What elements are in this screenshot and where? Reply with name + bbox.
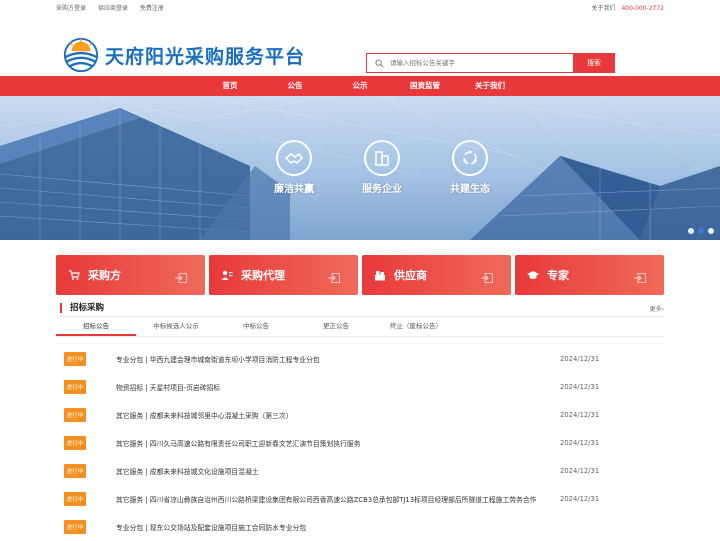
nav-state-assets[interactable]: 国资监管	[393, 76, 458, 96]
carousel-dot-2[interactable]	[698, 228, 704, 234]
main-nav: 首页 公告 公示 国资监管 关于我们	[0, 76, 720, 96]
status-badge: 进行中	[64, 492, 86, 506]
enter-arrow-icon	[481, 273, 493, 283]
status-badge: 进行中	[64, 352, 86, 366]
card-label: 采购方	[88, 269, 121, 282]
agent-icon	[221, 270, 233, 280]
top-bar: 采购方登录 供应商登录 免费注册 关于我们 400-000-2772	[0, 0, 720, 14]
list-item[interactable]: 进行中 其它服务 | 四川久马高速公路有限责任公司职工迎新春文艺汇演节目策划执行…	[56, 429, 664, 457]
status-badge: 进行中	[64, 464, 86, 478]
feature-integrity: 廉洁共赢	[250, 140, 338, 195]
site-logo[interactable]: 天府阳光采购服务平台	[62, 36, 305, 74]
tab-candidate-publicity[interactable]: 中标候选人公示	[136, 317, 216, 336]
feature-label: 廉洁共赢	[274, 184, 314, 195]
site-title: 天府阳光采购服务平台	[105, 45, 306, 68]
cycle-icon	[452, 140, 488, 176]
item-title[interactable]: 专业分包 | 华西九建会理市城南街道东坝小学项目消防工程专业分包	[116, 354, 320, 364]
card-expert[interactable]: 专家	[515, 255, 664, 295]
about-link[interactable]: 关于我们	[592, 5, 616, 12]
tender-panel: 招标采购 更多› 招标公告 中标候选人公示 中标公告 更正公告 终止（废标公告）…	[56, 300, 664, 540]
sun-logo-icon	[63, 37, 99, 73]
status-badge: 进行中	[64, 408, 86, 422]
panel-tabs: 招标公告 中标候选人公示 中标公告 更正公告 终止（废标公告）	[56, 317, 664, 337]
card-label: 供应商	[394, 269, 427, 282]
hero-banner[interactable]: 廉洁共赢 服务企业 共建生态	[0, 96, 720, 240]
search-icon	[375, 58, 384, 67]
tab-award-notice[interactable]: 中标公告	[216, 317, 296, 336]
list-item[interactable]: 进行中 专业分包 | 华西九建会理市城南街道东坝小学项目消防工程专业分包 202…	[56, 345, 664, 373]
card-label: 采购代理	[241, 269, 285, 282]
status-badge: 进行中	[64, 520, 86, 534]
cart-icon	[69, 270, 80, 280]
item-date: 2024/12/31	[560, 383, 600, 391]
list-item[interactable]: 进行中 其它服务 | 成都未来科技城文化设施项目混凝土 2024/12/31	[56, 457, 664, 485]
nav-publicity[interactable]: 公示	[328, 76, 393, 96]
feature-service: 服务企业	[338, 140, 426, 195]
card-buyer[interactable]: 采购方	[56, 255, 205, 295]
top-links: 采购方登录 供应商登录 免费注册	[56, 3, 174, 12]
enter-arrow-icon	[328, 273, 340, 283]
carousel-dot-1[interactable]	[688, 228, 694, 234]
item-date: 2024/12/31	[560, 495, 600, 503]
list-item[interactable]: 进行中 其它服务 | 成都未来科技城邻里中心混凝土采购（第三次） 2024/12…	[56, 401, 664, 429]
supplier-login-link[interactable]: 供应商登录	[98, 5, 128, 12]
buyer-login-link[interactable]: 采购方登录	[56, 5, 86, 12]
nav-about[interactable]: 关于我们	[458, 76, 523, 96]
panel-header: 招标采购 更多›	[56, 300, 664, 317]
hotline-phone: 400-000-2772	[621, 4, 664, 12]
status-badge: 进行中	[64, 380, 86, 394]
item-title[interactable]: 物资招标 | 天星村项目-页岩砖招标	[116, 382, 220, 392]
more-link[interactable]: 更多›	[650, 304, 664, 313]
feature-ecosystem: 共建生态	[426, 140, 514, 195]
item-title[interactable]: 其它服务 | 成都未来科技城文化设施项目混凝土	[116, 466, 259, 476]
search-input[interactable]	[390, 59, 560, 67]
handshake-icon	[276, 140, 312, 176]
card-label: 专家	[547, 269, 569, 282]
feature-label: 共建生态	[450, 184, 490, 195]
register-link[interactable]: 免费注册	[140, 5, 164, 12]
search-box[interactable]	[366, 53, 573, 73]
item-date: 2024/12/31	[560, 439, 600, 447]
list-item[interactable]: 进行中 专业分包 | 现东公交场站及配套设施项目施工合同防水专业分包	[56, 513, 664, 541]
item-title[interactable]: 其它服务 | 四川久马高速公路有限责任公司职工迎新春文艺汇演节目策划执行服务	[116, 438, 361, 448]
item-title[interactable]: 其它服务 | 四川省凉山彝族自治州西川公路桥梁建设集团有限公司西香高速公路ZCB…	[116, 494, 536, 504]
panel-title: 招标采购	[60, 303, 104, 313]
carousel-dot-3[interactable]	[708, 228, 714, 234]
building-icon	[364, 140, 400, 176]
nav-announcements[interactable]: 公告	[263, 76, 328, 96]
card-agent[interactable]: 采购代理	[209, 255, 358, 295]
feature-label: 服务企业	[362, 184, 402, 195]
item-date: 2024/12/31	[560, 411, 600, 419]
search-bar: 搜索	[366, 53, 615, 73]
item-date: 2024/12/31	[560, 355, 600, 363]
tab-tender-notice[interactable]: 招标公告	[56, 317, 136, 336]
card-supplier[interactable]: 供应商	[362, 255, 511, 295]
tab-termination-notice[interactable]: 终止（废标公告）	[376, 317, 456, 336]
enter-arrow-icon	[634, 273, 646, 283]
header: 天府阳光采购服务平台 搜索	[0, 14, 720, 76]
top-right: 关于我们 400-000-2772	[588, 3, 664, 12]
list-item[interactable]: 进行中 物资招标 | 天星村项目-页岩砖招标 2024/12/31	[56, 373, 664, 401]
status-badge: 进行中	[64, 436, 86, 450]
tab-correction-notice[interactable]: 更正公告	[296, 317, 376, 336]
enter-arrow-icon	[175, 273, 187, 283]
supplier-icon	[375, 271, 385, 281]
item-title[interactable]: 其它服务 | 成都未来科技城邻里中心混凝土采购（第三次）	[116, 410, 293, 420]
role-cards: 采购方 采购代理 供应商 专家	[56, 255, 664, 295]
nav-home[interactable]: 首页	[198, 76, 263, 96]
tender-list: 进行中 专业分包 | 华西九建会理市城南街道东坝小学项目消防工程专业分包 202…	[56, 345, 664, 541]
banner-features: 廉洁共赢 服务企业 共建生态	[250, 140, 514, 195]
carousel-dots	[684, 228, 714, 234]
mortarboard-icon	[527, 271, 539, 279]
list-item[interactable]: 进行中 其它服务 | 四川省凉山彝族自治州西川公路桥梁建设集团有限公司西香高速公…	[56, 485, 664, 513]
item-title[interactable]: 专业分包 | 现东公交场站及配套设施项目施工合同防水专业分包	[116, 522, 306, 532]
search-button[interactable]: 搜索	[573, 53, 615, 73]
item-date: 2024/12/31	[560, 467, 600, 475]
